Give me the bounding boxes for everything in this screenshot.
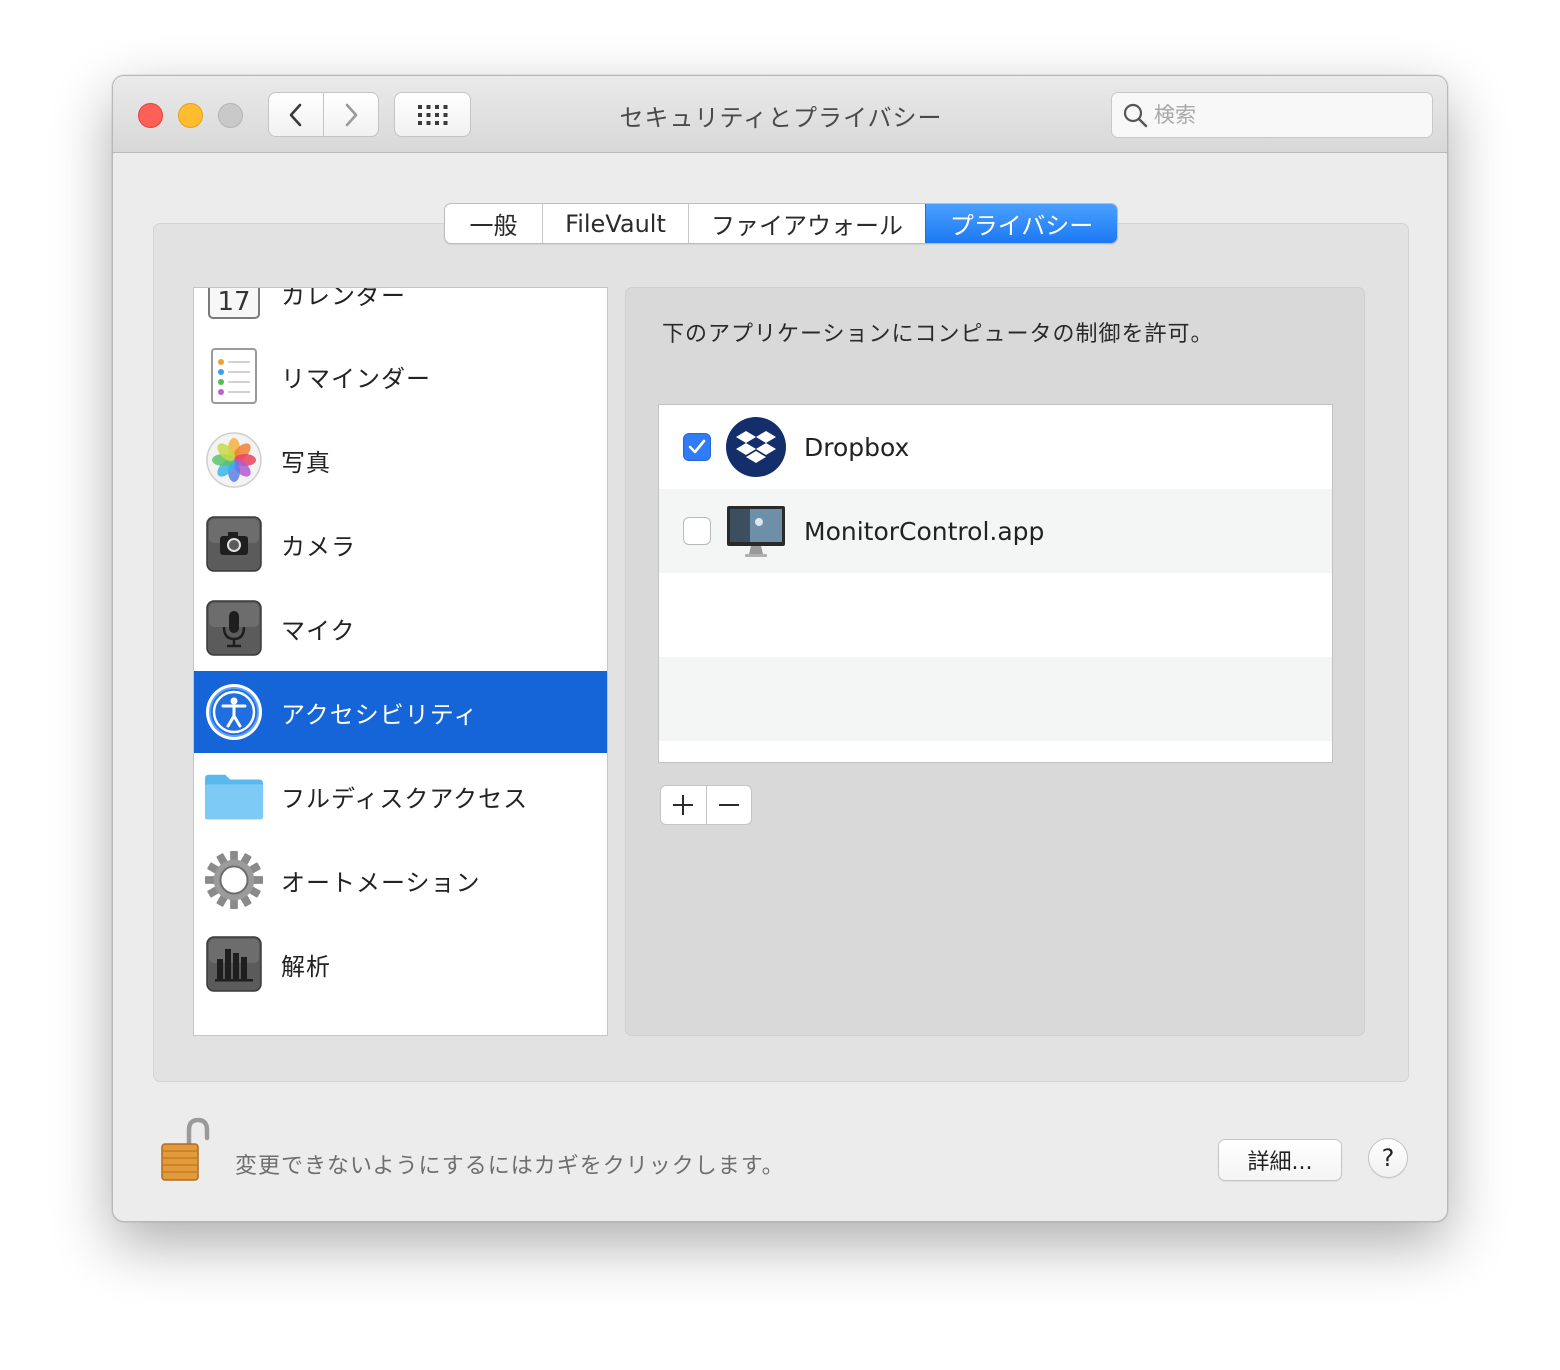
speaker-icon bbox=[204, 1018, 264, 1035]
search-input[interactable] bbox=[1154, 103, 1404, 127]
close-button[interactable] bbox=[138, 103, 163, 128]
microphone-icon bbox=[204, 598, 264, 658]
camera-icon bbox=[204, 514, 264, 574]
sidebar-item-label: リマインダー bbox=[281, 364, 431, 393]
empty-row bbox=[659, 573, 1332, 657]
sidebar-item-calendar[interactable]: 17 カレンダー bbox=[194, 287, 607, 334]
sidebar-item-label: オートメーション bbox=[281, 868, 481, 897]
privacy-category-list[interactable]: 17 カレンダー リマインダー 写真 カメラ マイク アクセシビリティ フルディ… bbox=[193, 287, 608, 1036]
gear-icon bbox=[204, 850, 264, 910]
dropbox-icon bbox=[725, 416, 787, 478]
tab-filevault[interactable]: FileVault bbox=[542, 204, 688, 243]
grid-icon bbox=[417, 104, 447, 125]
sidebar-item-full-disk-access[interactable]: フルディスクアクセス bbox=[194, 755, 607, 837]
window-title: セキュリティとプライバシー bbox=[619, 104, 943, 132]
lock-button[interactable] bbox=[159, 1116, 211, 1184]
minimize-button[interactable] bbox=[178, 103, 203, 128]
sidebar-item-camera[interactable]: カメラ bbox=[194, 503, 607, 585]
help-button[interactable]: ? bbox=[1368, 1138, 1408, 1178]
title-bar: セキュリティとプライバシー bbox=[113, 76, 1447, 153]
dropbox-checkbox[interactable] bbox=[683, 433, 711, 461]
tab-privacy[interactable]: プライバシー bbox=[925, 204, 1117, 243]
svg-text:17: 17 bbox=[217, 287, 250, 317]
sidebar-item-label: 写真 bbox=[281, 448, 331, 477]
sidebar-item-label: フルディスクアクセス bbox=[281, 784, 529, 813]
sidebar-item-photos[interactable]: 写真 bbox=[194, 419, 607, 501]
back-button[interactable] bbox=[269, 93, 323, 136]
tab-bar: 一般 FileVault ファイアウォール プライバシー bbox=[444, 203, 1118, 244]
analytics-icon bbox=[204, 934, 264, 994]
chevron-right-icon bbox=[345, 103, 358, 126]
search-icon bbox=[1123, 103, 1148, 128]
sidebar-item-label: マイク bbox=[281, 616, 356, 645]
sidebar-item-accessibility[interactable]: アクセシビリティ bbox=[194, 671, 607, 753]
app-permissions-panel: 下のアプリケーションにコンピュータの制御を許可。 Dropbox Monitor… bbox=[625, 287, 1365, 1036]
add-remove-buttons bbox=[660, 785, 752, 825]
reminders-icon bbox=[204, 346, 264, 406]
search-field[interactable] bbox=[1111, 92, 1433, 138]
sidebar-item-microphone[interactable]: マイク bbox=[194, 587, 607, 669]
unlocked-padlock-icon bbox=[161, 1117, 210, 1181]
sidebar-item-label: カレンダー bbox=[281, 287, 406, 310]
zoom-button[interactable] bbox=[218, 103, 243, 128]
remove-button[interactable] bbox=[705, 786, 752, 824]
app-name: MonitorControl.app bbox=[804, 516, 1045, 546]
forward-button[interactable] bbox=[323, 93, 378, 136]
details-button[interactable]: 詳細... bbox=[1218, 1139, 1342, 1181]
add-button[interactable] bbox=[661, 786, 706, 824]
app-name: Dropbox bbox=[804, 432, 910, 462]
checkmark-icon bbox=[688, 439, 706, 454]
tab-firewall[interactable]: ファイアウォール bbox=[688, 204, 925, 243]
sidebar-item-label: カメラ bbox=[281, 532, 356, 561]
list-item[interactable]: MonitorControl.app bbox=[659, 489, 1332, 573]
sidebar-item-more[interactable] bbox=[194, 1007, 607, 1035]
panel-description: 下のアプリケーションにコンピュータの制御を許可。 bbox=[662, 322, 1214, 347]
monitorcontrol-checkbox[interactable] bbox=[683, 517, 711, 545]
empty-row bbox=[659, 657, 1332, 741]
monitor-icon bbox=[725, 500, 787, 562]
sidebar-item-automation[interactable]: オートメーション bbox=[194, 839, 607, 921]
list-item[interactable]: Dropbox bbox=[659, 405, 1332, 489]
sidebar-item-reminders[interactable]: リマインダー bbox=[194, 335, 607, 417]
minus-icon bbox=[718, 804, 739, 806]
show-all-button[interactable] bbox=[394, 92, 471, 137]
photos-icon bbox=[204, 430, 264, 490]
tab-general[interactable]: 一般 bbox=[445, 204, 542, 243]
chevron-left-icon bbox=[289, 103, 302, 126]
calendar-icon: 17 bbox=[204, 287, 264, 323]
folder-icon bbox=[204, 766, 264, 826]
navigation-buttons bbox=[268, 92, 379, 137]
accessibility-icon bbox=[204, 682, 264, 742]
sidebar-item-analytics[interactable]: 解析 bbox=[194, 923, 607, 1005]
app-list[interactable]: Dropbox MonitorControl.app bbox=[658, 404, 1333, 763]
sidebar-item-label: アクセシビリティ bbox=[281, 700, 479, 729]
sidebar-item-label: 解析 bbox=[281, 952, 331, 981]
preferences-window: セキュリティとプライバシー 一般 FileVault ファイアウォール プライバ… bbox=[112, 75, 1448, 1222]
lock-instruction: 変更できないようにするにはカギをクリックします。 bbox=[235, 1154, 785, 1179]
plus-icon bbox=[673, 795, 694, 815]
